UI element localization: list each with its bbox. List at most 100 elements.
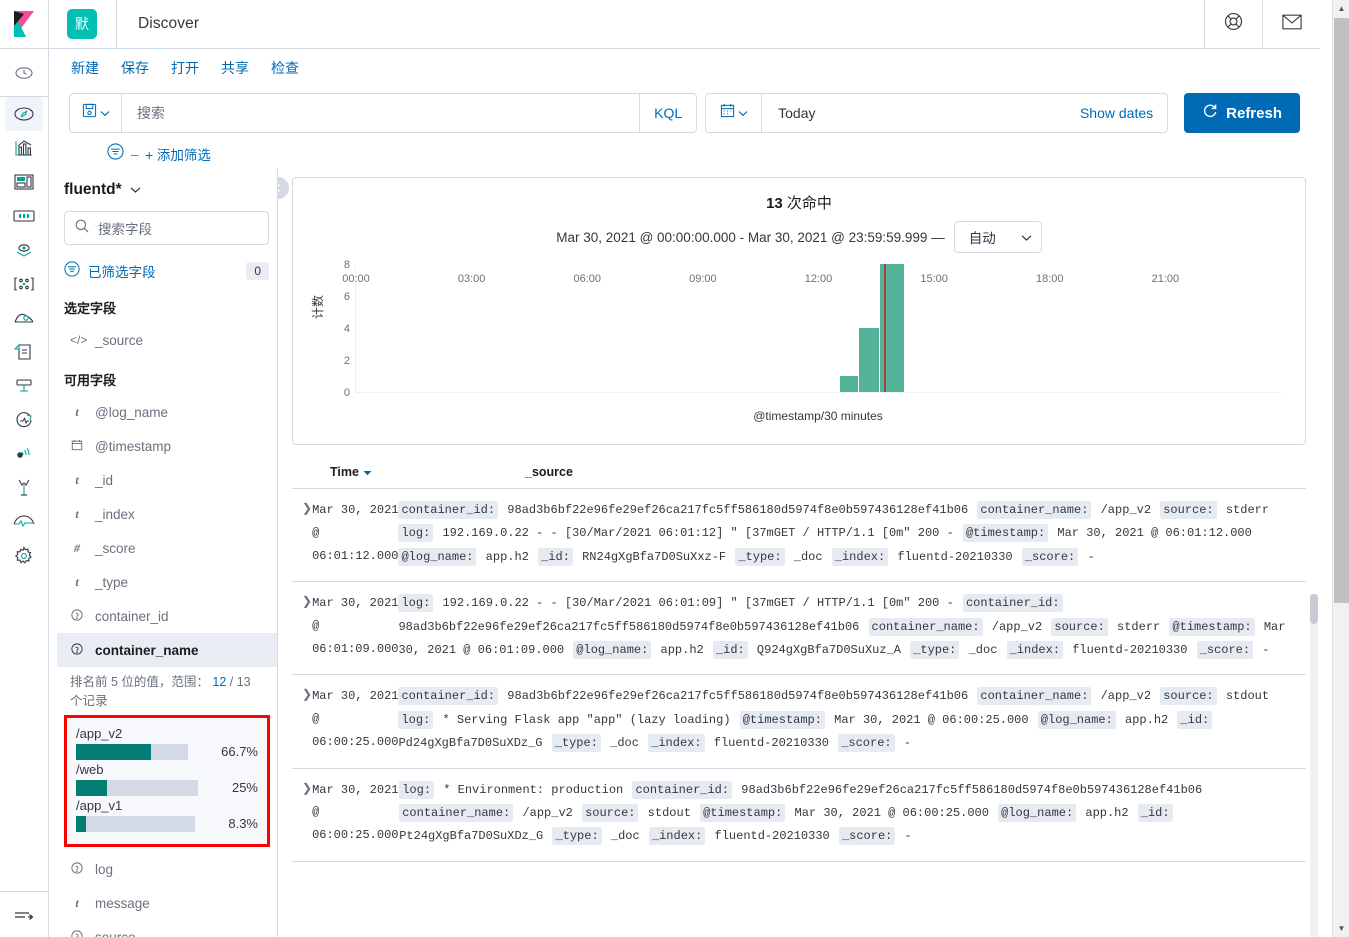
interval-select[interactable]: 自动: [953, 221, 1042, 253]
filter-icon[interactable]: [107, 143, 124, 165]
field-item-log[interactable]: log: [57, 853, 277, 887]
field-key: _index:: [648, 734, 705, 753]
show-dates-button[interactable]: Show dates: [1080, 105, 1167, 121]
field-item-score[interactable]: # _score: [57, 531, 277, 565]
top-value-row[interactable]: /app_v1 8.3%: [76, 798, 258, 832]
row-timestamp: Mar 30, 2021 @ 06:00:25.000: [312, 689, 399, 749]
expand-row-icon[interactable]: ❯: [292, 499, 312, 569]
query-bar: 搜索 KQL Today Show dates Refresh: [49, 87, 1320, 139]
sidebar-item-logs[interactable]: [5, 335, 43, 369]
space-avatar[interactable]: 默: [67, 9, 97, 39]
field-item-_source[interactable]: </> _source: [57, 323, 277, 357]
field-item-container-name[interactable]: container_name: [57, 633, 277, 667]
field-details-count: 12: [212, 675, 227, 689]
table-row[interactable]: ❯ Mar 30, 2021 @ 06:01:12.000 container_id…: [292, 489, 1306, 583]
top-value-row[interactable]: /app_v2 66.7%: [76, 726, 258, 760]
column-header-source[interactable]: _source: [525, 465, 573, 479]
hits-title: 13 次命中: [307, 188, 1291, 213]
field-key: @timestamp:: [1169, 617, 1255, 636]
row-source: container_id: 98ad3b6bf22e96fe29ef26ca21…: [398, 499, 1306, 569]
field-value: Mar 30, 2021 @ 06:00:25.000: [826, 712, 1036, 727]
top-value-bar-track: [76, 779, 198, 796]
sidebar-item-management[interactable]: [5, 539, 43, 573]
menu-item-open[interactable]: 打开: [171, 58, 199, 78]
sidebar-item-maps[interactable]: [5, 233, 43, 267]
page-scrollbar-thumb[interactable]: [1334, 18, 1349, 603]
expand-row-icon[interactable]: ❯: [292, 685, 312, 755]
field-key: log:: [398, 594, 434, 613]
help-button[interactable]: [1204, 0, 1262, 49]
refresh-button[interactable]: Refresh: [1184, 93, 1300, 133]
field-key: @timestamp:: [700, 803, 786, 822]
recently-viewed-button[interactable]: [0, 49, 49, 97]
menu-item-save[interactable]: 保存: [121, 58, 149, 78]
sidebar-item-machine-learning[interactable]: [5, 267, 43, 301]
header-divider: [116, 0, 117, 49]
news-feed-button[interactable]: [1262, 0, 1320, 49]
field-item-log-name[interactable]: t @log_name: [57, 395, 277, 429]
top-value-row[interactable]: /web 25%: [76, 762, 258, 796]
sidebar-item-uptime[interactable]: [5, 403, 43, 437]
saved-query-button[interactable]: [70, 94, 122, 132]
y-axis-tick: 8: [343, 259, 350, 271]
unknown-type-icon: [70, 642, 84, 658]
field-name: @timestamp: [95, 438, 171, 454]
histogram-bar[interactable]: [839, 376, 858, 392]
sidebar-item-canvas[interactable]: [5, 199, 43, 233]
menu-item-share[interactable]: 共享: [221, 58, 249, 78]
column-header-time[interactable]: Time: [292, 465, 525, 479]
sidebar-item-apm[interactable]: [5, 369, 43, 403]
field-key: container_id:: [398, 501, 499, 519]
date-quick-select-button[interactable]: [706, 94, 763, 132]
field-key: @timestamp:: [962, 524, 1049, 543]
field-item-type[interactable]: t _type: [57, 565, 277, 599]
table-row[interactable]: ❯ Mar 30, 2021 @ 06:00:25.000 container_id…: [292, 675, 1306, 769]
sidebar-item-dashboard[interactable]: [5, 165, 43, 199]
field-search-input[interactable]: 搜索字段: [64, 211, 269, 245]
chart-plot-area[interactable]: 0 2 4 6 8 00:00 03:00 06:00 09:00 12:00 15:00 18:00…: [342, 259, 1281, 399]
expand-row-icon[interactable]: ❯: [292, 779, 312, 849]
sidebar-item-visualize[interactable]: [5, 131, 43, 165]
app-header: 默 Discover: [49, 0, 1320, 49]
field-item-source[interactable]: source: [57, 921, 277, 937]
sidebar-item-siem[interactable]: [5, 437, 43, 471]
field-value: app.h2: [1117, 712, 1176, 727]
field-search-placeholder: 搜索字段: [98, 222, 152, 237]
filtered-fields-toggle[interactable]: 已筛选字段 0: [64, 257, 269, 285]
documents-scrollbar-thumb[interactable]: [1310, 594, 1318, 624]
field-item-container-id[interactable]: container_id: [57, 599, 277, 633]
collapse-nav-button[interactable]: [0, 891, 49, 937]
query-language-button[interactable]: KQL: [639, 94, 696, 132]
field-item-message[interactable]: t message: [57, 887, 277, 921]
table-row[interactable]: ❯ Mar 30, 2021 @ 06:00:25.000 log: * Envir…: [292, 769, 1306, 862]
menu-item-inspect[interactable]: 检查: [271, 58, 299, 78]
sidebar-item-dev-tools[interactable]: [5, 471, 43, 505]
index-pattern-switcher[interactable]: fluentd*: [57, 169, 277, 211]
field-name: _score: [95, 540, 136, 556]
histogram-chart: 计数 0 2 4 6 8 00:00 03:00 06:00 09:00 12:00 15:00 18…: [307, 259, 1291, 431]
expand-row-icon[interactable]: ❯: [292, 592, 312, 662]
documents-scrollbar[interactable]: [1310, 594, 1318, 937]
y-axis-label: 计数: [311, 294, 325, 319]
sidebar-item-discover[interactable]: [5, 97, 43, 131]
field-top-values-panel: /app_v2 66.7% /web 25% /app_v1 8.3%: [64, 714, 270, 847]
field-item-timestamp[interactable]: @timestamp: [57, 429, 277, 463]
sidebar-item-infrastructure[interactable]: [5, 301, 43, 335]
top-value-bar-fill: [76, 815, 86, 832]
add-filter-button[interactable]: + 添加筛选: [145, 144, 211, 164]
histogram-bar[interactable]: [858, 328, 880, 392]
sidebar-item-monitoring[interactable]: [5, 505, 43, 539]
kibana-logo[interactable]: [0, 0, 49, 49]
collapse-sidebar-button[interactable]: [278, 177, 289, 199]
page-scrollbar[interactable]: ▲ ▼: [1332, 0, 1349, 937]
scroll-up-arrow-icon[interactable]: ▲: [1333, 0, 1349, 17]
search-input[interactable]: 搜索: [122, 103, 165, 123]
date-range-value[interactable]: Today: [762, 105, 815, 121]
table-row[interactable]: ❯ Mar 30, 2021 @ 06:01:09.000 log: 192.169…: [292, 582, 1306, 676]
menu-item-new[interactable]: 新建: [71, 58, 99, 78]
scroll-down-arrow-icon[interactable]: ▼: [1333, 920, 1349, 937]
field-key: _index:: [648, 827, 706, 846]
available-fields-title: 可用字段: [64, 373, 117, 388]
field-item-index[interactable]: t _index: [57, 497, 277, 531]
field-item-id[interactable]: t _id: [57, 463, 277, 497]
